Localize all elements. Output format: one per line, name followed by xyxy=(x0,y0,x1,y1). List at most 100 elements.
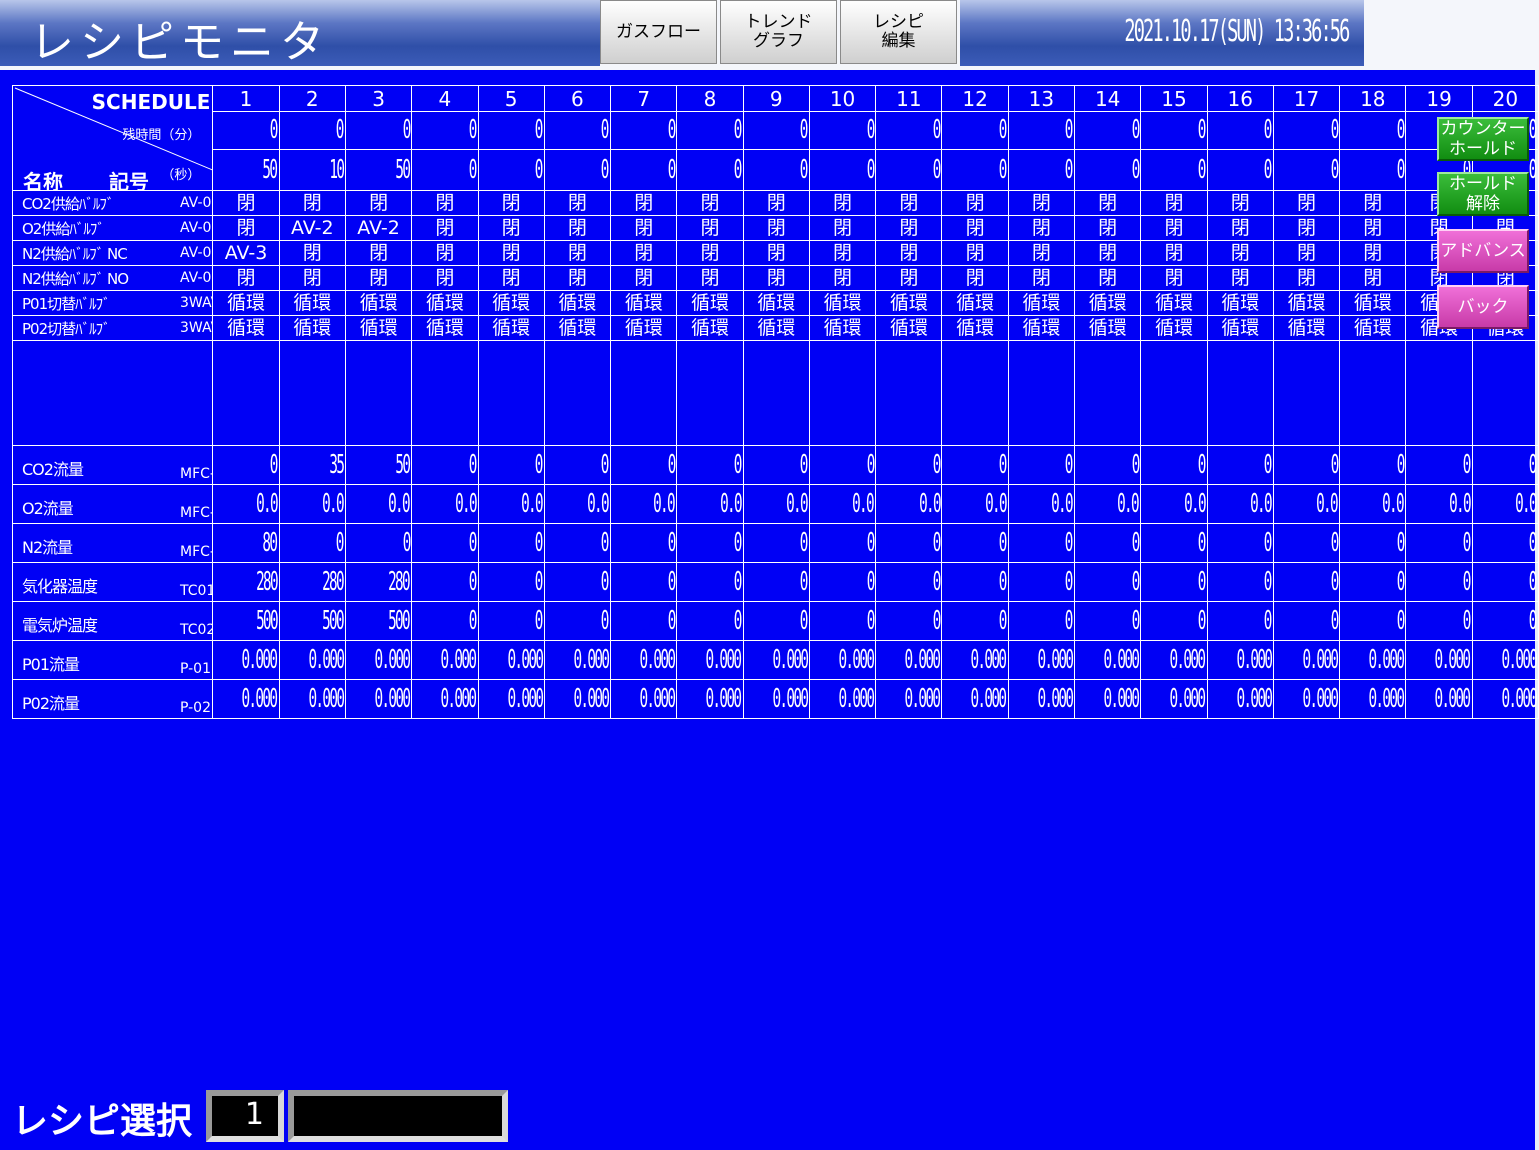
cell-value: 0.000 xyxy=(1368,684,1405,714)
cell-value: 0 xyxy=(932,567,941,597)
hold-release-button[interactable]: ホールド 解除 xyxy=(1437,172,1529,216)
cell-value: 0 xyxy=(1330,528,1338,558)
cell-value: 0 xyxy=(866,528,874,558)
cell-value: 0 xyxy=(534,450,543,480)
setpoint-cell: 0 xyxy=(344,523,413,563)
setpoint-cell: 0.000 xyxy=(941,640,1009,680)
setpoint-cell: 0 xyxy=(676,523,744,563)
row-label: N2供給ﾊﾞﾙﾌﾞ NO AV-04 xyxy=(11,265,214,291)
valve-state-cell: 閉 xyxy=(1339,215,1407,241)
cell-value: 0 xyxy=(1263,567,1272,597)
recipe-edit-button[interactable]: レシピ 編集 xyxy=(840,0,957,64)
cell-value: 0 xyxy=(1330,154,1338,185)
setpoint-cell: 0 xyxy=(1007,523,1076,563)
valve-state-cell: 閉 xyxy=(212,190,280,216)
valve-state-cell: 閉 xyxy=(1206,190,1274,216)
cell-value: 0 xyxy=(799,606,808,636)
valve-state-cell: 閉 xyxy=(610,215,678,241)
table-row: O2供給ﾊﾞﾙﾌﾞAV-02閉AV-2AV-2閉閉閉閉閉閉閉閉閉閉閉閉閉閉閉閉閉 xyxy=(11,215,1539,241)
valve-state-cell: 循環 xyxy=(477,315,545,341)
table-row: N2流量 MFC-03 80 0 0 0 0 0 0 0 0 0 0 0 0 0 0 0 0 0 0 0 xyxy=(11,523,1539,563)
cell-value: 0.000 xyxy=(904,684,941,714)
setpoint-cell: 0 xyxy=(875,601,943,641)
trend-graph-button[interactable]: トレンド グラフ xyxy=(720,0,837,64)
cell-value: 0.000 xyxy=(970,684,1007,714)
cell-value: 0 xyxy=(1131,154,1139,185)
blank-cell xyxy=(610,340,678,446)
remaining-minutes-cell: 0 xyxy=(212,111,280,150)
setpoint-cell: 0.0 xyxy=(1206,484,1274,524)
remaining-seconds-cell: 0 xyxy=(742,148,810,192)
valve-state-cell: 閉 xyxy=(1272,190,1341,216)
cell-value: 0.000 xyxy=(1236,645,1272,675)
cell-value: 10 xyxy=(329,154,344,185)
cell-value: 0 xyxy=(335,115,344,146)
cell-value: 0 xyxy=(468,567,477,597)
cell-value: 0.000 xyxy=(241,645,278,675)
cell-value: 50 xyxy=(262,154,278,185)
row-code: AV-01 xyxy=(180,195,212,211)
row-name: P01切替ﾊﾞﾙﾌﾞ xyxy=(22,295,111,313)
cell-value: 0 xyxy=(733,450,742,480)
cell-value: 0 xyxy=(534,154,543,185)
cell-value: 0.000 xyxy=(1302,645,1338,675)
valve-state-cell: 循環 xyxy=(1339,290,1407,316)
setpoint-cell: 0 xyxy=(1471,523,1539,563)
valve-state-cell: 循環 xyxy=(610,290,678,316)
valve-state-cell: 閉 xyxy=(477,190,545,216)
cell-value: 0 xyxy=(1330,606,1338,636)
valve-state-cell: AV-2 xyxy=(278,215,346,241)
cell-value: 280 xyxy=(388,567,410,597)
cell-value: 500 xyxy=(322,606,344,636)
valve-state-cell: 閉 xyxy=(676,215,744,241)
setpoint-cell: 0.000 xyxy=(610,679,678,719)
cell-value: 0 xyxy=(534,115,543,146)
recipe-number-input[interactable]: 1 xyxy=(206,1090,284,1142)
cell-value: 0.000 xyxy=(374,645,410,675)
valve-state-cell: 循環 xyxy=(212,290,280,316)
row-code: P-01 xyxy=(180,661,212,677)
valve-state-cell: 循環 xyxy=(1206,315,1274,341)
valve-state-cell: 循環 xyxy=(742,315,810,341)
blank-cell xyxy=(1405,340,1473,446)
setpoint-cell: 0 xyxy=(543,601,612,641)
row-label: O2供給ﾊﾞﾙﾌﾞ AV-02 xyxy=(11,215,214,241)
back-button[interactable]: バック xyxy=(1437,285,1529,329)
setpoint-cell: 0 xyxy=(1007,445,1076,485)
blank-cell xyxy=(676,340,744,446)
valve-state-cell: AV-3 xyxy=(212,240,280,266)
cell-value: 0 xyxy=(667,450,675,480)
setpoint-cell: 0 xyxy=(610,562,678,602)
cell-value: 0.000 xyxy=(705,684,742,714)
cell-value: 0.000 xyxy=(506,645,543,675)
advance-button[interactable]: アドバンス xyxy=(1437,229,1529,273)
row-label: P02切替ﾊﾞﾙﾌﾞ 3WAV-02 xyxy=(11,315,214,341)
setpoint-cell: 0 xyxy=(875,523,943,563)
setpoint-cell: 0 xyxy=(477,445,545,485)
valve-state-cell: 閉 xyxy=(941,215,1009,241)
valve-state-cell: 閉 xyxy=(1272,240,1341,266)
row-label: N2供給ﾊﾞﾙﾌﾞ NC AV-03 xyxy=(11,240,214,266)
counter-hold-button[interactable]: カウンター ホールド xyxy=(1437,117,1529,161)
valve-state-cell: 閉 xyxy=(610,240,678,266)
row-name: P02切替ﾊﾞﾙﾌﾞ xyxy=(22,320,111,338)
setpoint-cell: 0 xyxy=(1272,601,1341,641)
row-name: P02流量 xyxy=(22,694,80,713)
cell-value: 0 xyxy=(1263,528,1272,558)
row-label: CO2流量 MFC-01 xyxy=(11,445,214,485)
setpoint-cell: 0.0 xyxy=(808,484,877,524)
valve-state-cell: 循環 xyxy=(278,315,346,341)
setpoint-cell: 280 xyxy=(212,562,280,602)
row-label: P01流量 P-01 xyxy=(11,640,214,680)
cell-value: 0 xyxy=(601,567,609,597)
setpoint-cell: 0.000 xyxy=(875,640,943,680)
setpoint-cell: 0.0 xyxy=(941,484,1009,524)
setpoint-cell: 0.000 xyxy=(1206,679,1274,719)
setpoint-cell: 0 xyxy=(808,445,877,485)
cell-value: 0.000 xyxy=(705,645,742,675)
valve-state-cell: 閉 xyxy=(1007,215,1076,241)
table-row: O2流量 MFC-02 0.0 0.0 0.0 0.0 0.0 0.0 0.0 0.0 0.0 0.0… xyxy=(11,484,1539,524)
setpoint-cell: 0.000 xyxy=(212,640,280,680)
gas-flow-button[interactable]: ガスフロー xyxy=(600,0,717,64)
cell-value: 0 xyxy=(1197,528,1206,558)
